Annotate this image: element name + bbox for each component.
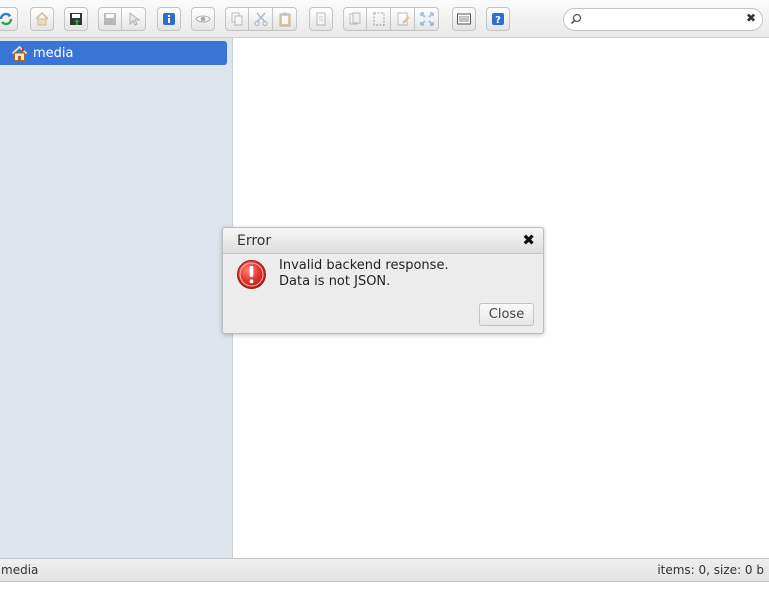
error-icon xyxy=(237,260,266,289)
dialog-message-line2: Data is not JSON. xyxy=(279,274,391,289)
save-button[interactable] xyxy=(64,7,88,31)
copy-button[interactable] xyxy=(225,7,249,31)
clear-search-icon[interactable]: ✖ xyxy=(746,11,756,25)
edit-group xyxy=(343,7,439,33)
view-button[interactable] xyxy=(191,7,215,31)
copy-icon xyxy=(231,12,243,26)
save-icon xyxy=(70,13,82,25)
rename-group xyxy=(309,7,333,33)
navbar-item-media[interactable]: media xyxy=(0,41,227,65)
info-icon xyxy=(163,13,175,25)
cut-icon xyxy=(254,12,267,26)
duplicate-icon xyxy=(349,12,361,25)
home-icon xyxy=(35,11,49,26)
rename-button[interactable] xyxy=(309,7,333,31)
view-group xyxy=(191,7,215,33)
home-folder-icon xyxy=(11,45,28,61)
search-icon xyxy=(570,13,582,25)
reload-group xyxy=(0,7,18,33)
reload-button[interactable] xyxy=(0,7,18,31)
select-disabled-icon xyxy=(129,11,140,26)
file-group xyxy=(98,7,146,33)
error-dialog: Error ✖ Invalid backend response. Data i… xyxy=(222,227,544,334)
reload-icon xyxy=(0,12,13,26)
select-disabled-button[interactable] xyxy=(122,7,146,31)
edit-button[interactable] xyxy=(391,7,415,31)
help-icon: ? xyxy=(492,13,504,26)
status-info: items: 0, size: 0 b xyxy=(657,563,764,577)
home-group xyxy=(30,7,54,33)
save-disabled-button[interactable] xyxy=(98,7,122,31)
cut-button[interactable] xyxy=(249,7,273,31)
dialog-message: Invalid backend response. Data is not JS… xyxy=(279,258,449,290)
search-box[interactable]: ✖ xyxy=(563,8,763,31)
close-button[interactable]: Close xyxy=(479,303,534,326)
info-group xyxy=(157,7,181,33)
edit-icon xyxy=(397,12,410,26)
info-button[interactable] xyxy=(157,7,181,31)
clipboard-group xyxy=(225,7,297,33)
dialog-titlebar[interactable]: Error ✖ xyxy=(223,228,543,254)
paste-button[interactable] xyxy=(273,7,297,31)
dialog-message-line1: Invalid backend response. xyxy=(279,258,449,273)
help-button[interactable]: ? xyxy=(486,7,510,31)
save-disabled-icon xyxy=(104,13,116,25)
toolbar: ? ✖ xyxy=(0,0,769,38)
statusbar: media items: 0, size: 0 b xyxy=(0,558,769,582)
save-group xyxy=(64,7,88,33)
svg-text:?: ? xyxy=(495,15,501,26)
view-list-button[interactable] xyxy=(452,7,476,31)
resize-button[interactable] xyxy=(415,7,439,31)
select-button[interactable] xyxy=(367,7,391,31)
dialog-title: Error xyxy=(237,233,272,249)
select-icon xyxy=(373,12,384,26)
view-mode-group xyxy=(452,7,476,33)
navbar: media xyxy=(0,38,233,558)
resize-icon xyxy=(419,12,434,26)
rename-icon xyxy=(316,12,326,26)
search-input[interactable] xyxy=(584,12,744,27)
status-path: media xyxy=(1,563,39,577)
paste-icon xyxy=(279,12,290,27)
duplicate-button[interactable] xyxy=(343,7,367,31)
help-group: ? xyxy=(486,7,510,33)
view-list-icon xyxy=(457,13,471,25)
navbar-item-label: media xyxy=(33,45,74,61)
close-icon[interactable]: ✖ xyxy=(522,231,535,249)
view-icon xyxy=(195,15,211,23)
home-button[interactable] xyxy=(30,7,54,31)
